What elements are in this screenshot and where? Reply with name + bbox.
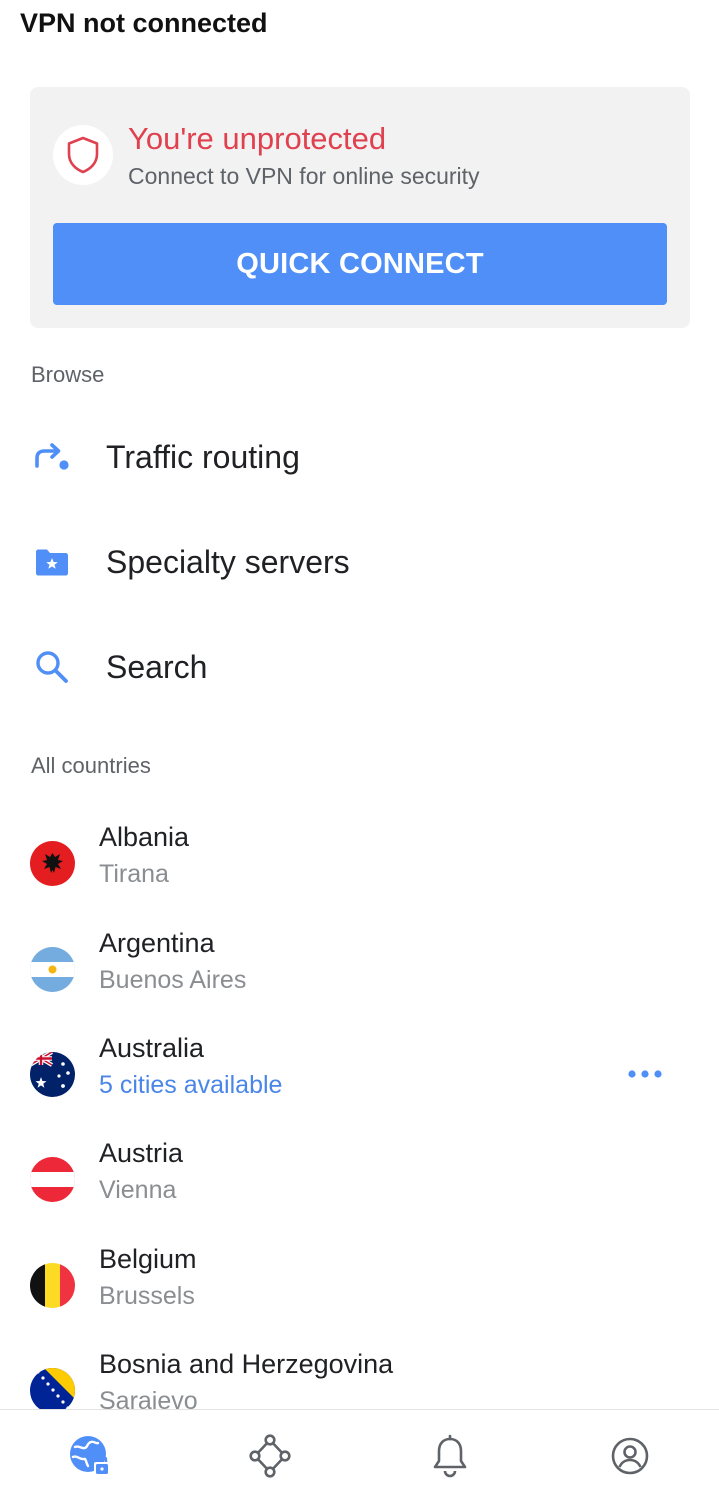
- nav-tab-notifications[interactable]: [426, 1432, 474, 1480]
- country-name: Belgium: [99, 1244, 197, 1274]
- albania-flag-icon: [30, 841, 75, 886]
- more-options-button[interactable]: [622, 1059, 668, 1089]
- bottom-navigation-bar: [0, 1409, 719, 1489]
- country-row-australia[interactable]: Australia 5 cities available: [0, 1021, 719, 1125]
- quick-connect-button[interactable]: QUICK CONNECT: [53, 223, 667, 305]
- belgium-flag-icon: [30, 1263, 75, 1308]
- globe-lock-icon: [70, 1436, 110, 1476]
- country-row-belgium[interactable]: Belgium Brussels: [0, 1232, 719, 1336]
- browse-item-traffic-routing[interactable]: Traffic routing: [0, 407, 719, 507]
- vpn-home-screen: VPN not connected You're unprotected Con…: [0, 0, 719, 1489]
- specialty-servers-folder-icon: [33, 543, 71, 581]
- nav-tab-meshnet[interactable]: [246, 1432, 294, 1480]
- all-countries-section-label: All countries: [31, 753, 151, 778]
- browse-item-label: Specialty servers: [106, 543, 350, 580]
- profile-icon: [611, 1437, 649, 1475]
- unprotected-subtitle: Connect to VPN for online security: [128, 163, 480, 189]
- browse-item-label: Traffic routing: [106, 438, 300, 475]
- country-name: Austria: [99, 1138, 184, 1168]
- country-name: Australia: [99, 1033, 205, 1063]
- more-dots-icon: [628, 1070, 662, 1078]
- nav-tab-servers[interactable]: [66, 1432, 114, 1480]
- traffic-routing-icon: [33, 438, 71, 476]
- connection-status-title: VPN not connected: [20, 8, 268, 38]
- cities-available-link[interactable]: 5 cities available: [99, 1069, 282, 1101]
- country-city: Tirana: [99, 860, 169, 888]
- protection-status-card: You're unprotected Connect to VPN for on…: [30, 87, 690, 328]
- country-row-argentina[interactable]: Argentina Buenos Aires: [0, 916, 719, 1020]
- argentina-flag-icon: [30, 947, 75, 992]
- bell-icon: [433, 1434, 467, 1478]
- browse-item-specialty-servers[interactable]: Specialty servers: [0, 512, 719, 612]
- search-icon: [33, 648, 71, 686]
- mesh-network-icon: [249, 1434, 291, 1478]
- country-name: Argentina: [99, 928, 215, 958]
- bosnia-flag-icon: [30, 1368, 75, 1413]
- australia-flag-icon: [30, 1052, 75, 1097]
- browse-item-search[interactable]: Search: [0, 617, 719, 717]
- country-city: Brussels: [99, 1282, 195, 1310]
- country-row-albania[interactable]: Albania Tirana: [0, 810, 719, 914]
- shield-icon: [53, 125, 113, 185]
- nav-tab-profile[interactable]: [606, 1432, 654, 1480]
- country-city: Buenos Aires: [99, 966, 247, 994]
- country-name: Bosnia and Herzegovina: [99, 1349, 394, 1379]
- country-row-austria[interactable]: Austria Vienna: [0, 1126, 719, 1230]
- unprotected-title: You're unprotected: [128, 121, 387, 156]
- country-city: Vienna: [99, 1176, 177, 1204]
- austria-flag-icon: [30, 1157, 75, 1202]
- browse-item-label: Search: [106, 648, 208, 685]
- country-name: Albania: [99, 822, 190, 852]
- browse-section-label: Browse: [31, 362, 105, 387]
